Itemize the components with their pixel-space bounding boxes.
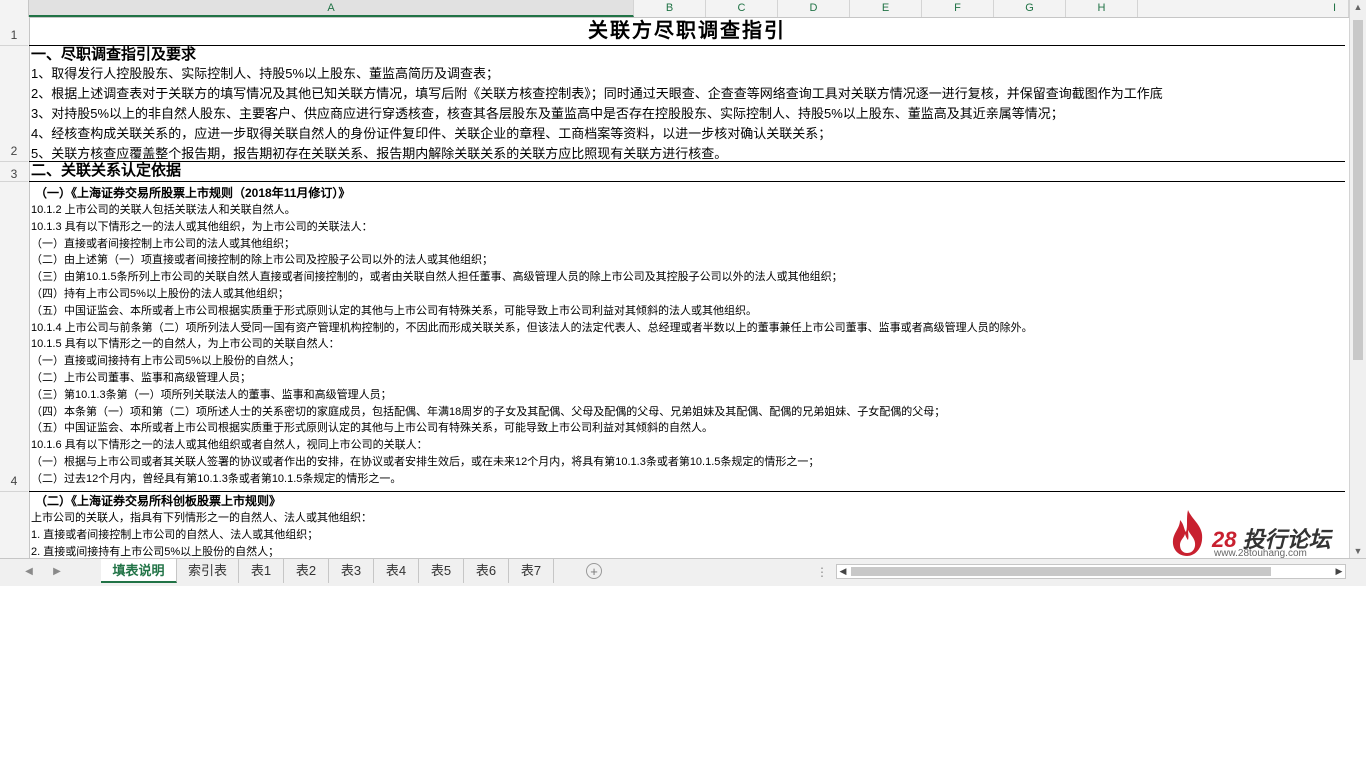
block2-cell[interactable]: （二）《上海证券交易所科创板股票上市规则》 上市公司的关联人，指具有下列情形之一… <box>29 492 1345 558</box>
column-header-e[interactable]: E <box>850 0 922 17</box>
rule-line: 2. 直接或间接持有上市公司5%以上股份的自然人； <box>31 545 280 558</box>
list-item: 5、关联方核查应覆盖整个报告期，报告期初存在关联关系、报告期内解除关联关系的关联… <box>31 146 728 161</box>
list-item: 1、取得发行人控股股东、实际控制人、持股5%以上股东、董监高简历及调查表； <box>31 66 500 81</box>
row-header: 1 2 3 4 <box>0 17 30 558</box>
row-number[interactable]: 3 <box>0 162 28 182</box>
rule-line: 上市公司的关联人，指具有下列情形之一的自然人、法人或其他组织： <box>31 512 372 524</box>
flame-icon <box>1172 510 1203 556</box>
row-number[interactable]: 4 <box>0 182 28 492</box>
rule-line: （二）过去12个月内，曾经具有第10.1.3条或者第10.1.5条规定的情形之一… <box>31 472 402 485</box>
row-number[interactable]: 2 <box>0 46 28 162</box>
tab-sheet7[interactable]: 表7 <box>509 559 554 583</box>
section2-heading: 二、关联关系认定依据 <box>31 162 182 179</box>
row-number[interactable] <box>0 492 28 558</box>
column-header-f[interactable]: F <box>922 0 994 17</box>
rule-line: 1. 直接或者间接控制上市公司的自然人、法人或其他组织； <box>31 528 319 541</box>
rule-line: （一）根据与上市公司或者其关联人签署的协议或者作出的安排，在协议或者安排生效后，… <box>31 455 820 468</box>
horizontal-scroll-thumb[interactable] <box>851 567 1271 576</box>
rule-line: （一）直接或间接持有上市公司5%以上股份的自然人； <box>31 355 300 368</box>
tab-fill-instructions[interactable]: 填表说明 <box>101 559 177 583</box>
list-item: 3、对持股5%以上的非自然人股东、主要客户、供应商应进行穿透核查，核查其各层股东… <box>31 106 1064 121</box>
rule-line: （五）中国证监会、本所或者上市公司根据实质重于形式原则认定的其他与上市公司有特殊… <box>31 422 713 435</box>
rule-line: （二）由上述第（一）项直接或者间接控制的除上市公司及控股子公司以外的法人或其他组… <box>31 254 493 267</box>
rule-line: 10.1.3 具有以下情形之一的法人或其他组织，为上市公司的关联法人： <box>31 220 373 233</box>
column-header-h[interactable]: H <box>1066 0 1138 17</box>
vertical-scroll-thumb[interactable] <box>1353 20 1363 360</box>
block1-heading: （一）《上海证券交易所股票上市规则（2018年11月修订）》 <box>35 186 351 200</box>
column-header-d[interactable]: D <box>778 0 850 17</box>
scroll-up-arrow-icon[interactable]: ▲ <box>1350 0 1366 14</box>
sheet-tab-bar: ◀ ▶ 填表说明 索引表 表1 表2 表3 表4 表5 表6 表7 + ⋮ ◀ … <box>0 558 1366 586</box>
scroll-left-arrow-icon[interactable]: ◀ <box>837 565 849 578</box>
tab-index[interactable]: 索引表 <box>177 559 239 583</box>
column-header: A B C D E F G H I <box>0 0 1349 18</box>
column-header-c[interactable]: C <box>706 0 778 17</box>
tab-sheet2[interactable]: 表2 <box>284 559 329 583</box>
rule-line: （三）由第10.1.5条所列上市公司的关联自然人直接或者间接控制的，或者由关联自… <box>31 271 843 284</box>
list-item: 2、根据上述调查表对于关联方的填写情况及其他已知关联方情况，填写后附《关联方核查… <box>31 86 1163 101</box>
scroll-right-arrow-icon[interactable]: ▶ <box>1333 565 1345 578</box>
block1-cell[interactable]: （一）《上海证券交易所股票上市规则（2018年11月修订）》 10.1.2 上市… <box>29 182 1345 492</box>
document-title[interactable]: 关联方尽职调查指引 <box>29 17 1345 46</box>
column-header-b[interactable]: B <box>634 0 706 17</box>
list-item: 4、经核查构成关联关系的，应进一步取得关联自然人的身份证件复印件、关联企业的章程… <box>31 126 832 141</box>
rule-line: （四）本条第（一）项和第（二）项所述人士的关系密切的家庭成员，包括配偶、年满18… <box>31 405 946 418</box>
spreadsheet-grid[interactable]: 关联方尽职调查指引 一、尽职调查指引及要求 1、取得发行人控股股东、实际控制人、… <box>29 17 1345 558</box>
tab-sheet4[interactable]: 表4 <box>374 559 419 583</box>
rule-line: （二）上市公司董事、监事和高级管理人员； <box>31 371 251 384</box>
row-number[interactable]: 1 <box>0 17 28 46</box>
rule-line: （五）中国证监会、本所或者上市公司根据实质重于形式原则认定的其他与上市公司有特殊… <box>31 304 757 317</box>
horizontal-scrollbar[interactable]: ◀ ▶ <box>836 564 1346 579</box>
rule-line: （一）直接或者间接控制上市公司的法人或其他组织； <box>31 237 295 250</box>
section2-cell[interactable]: 二、关联关系认定依据 <box>29 162 1345 182</box>
forum-logo: 28 投行论坛 www.28touhang.com <box>1168 508 1348 560</box>
rule-line: （四）持有上市公司5%以上股份的法人或其他组织； <box>31 287 289 300</box>
column-header-i[interactable]: I <box>1138 0 1349 17</box>
rule-line: （三）第10.1.3条第（一）项所列关联法人的董事、监事和高级管理人员； <box>31 388 392 401</box>
tab-sheet3[interactable]: 表3 <box>329 559 374 583</box>
block2-heading: （二）《上海证券交易所科创板股票上市规则》 <box>35 494 282 508</box>
section1-heading: 一、尽职调查指引及要求 <box>31 46 197 63</box>
tab-sheet1[interactable]: 表1 <box>239 559 284 583</box>
select-all-corner[interactable] <box>0 0 29 17</box>
tab-sheet6[interactable]: 表6 <box>464 559 509 583</box>
rule-line: 10.1.6 具有以下情形之一的法人或其他组织或者自然人，视同上市公司的关联人： <box>31 439 428 452</box>
splitter-handle-icon[interactable]: ⋮ <box>816 565 828 579</box>
column-header-g[interactable]: G <box>994 0 1066 17</box>
section1-cell[interactable]: 一、尽职调查指引及要求 1、取得发行人控股股东、实际控制人、持股5%以上股东、董… <box>29 46 1345 162</box>
next-sheet-icon[interactable]: ▶ <box>50 565 64 579</box>
rule-line: 10.1.2 上市公司的关联人包括关联法人和关联自然人。 <box>31 204 296 216</box>
add-sheet-icon[interactable]: + <box>586 563 602 579</box>
rule-line: 10.1.5 具有以下情形之一的自然人，为上市公司的关联自然人： <box>31 338 340 351</box>
previous-sheet-icon[interactable]: ◀ <box>22 565 36 579</box>
column-header-a[interactable]: A <box>29 0 634 17</box>
vertical-scrollbar[interactable]: ▲ ▼ <box>1349 0 1366 558</box>
rule-line: 10.1.4 上市公司与前条第（二）项所列法人受同一国有资产管理机构控制的，不因… <box>31 321 1033 334</box>
tab-sheet5[interactable]: 表5 <box>419 559 464 583</box>
scroll-down-arrow-icon[interactable]: ▼ <box>1350 544 1366 558</box>
